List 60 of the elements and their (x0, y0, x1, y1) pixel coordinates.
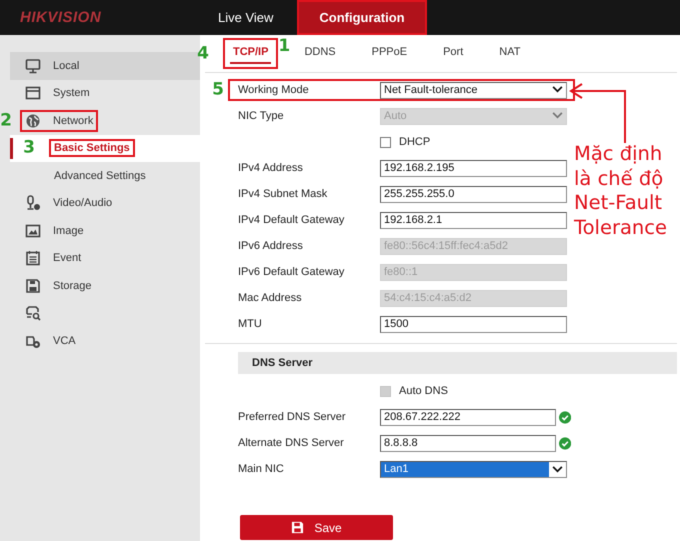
calendar-icon (25, 250, 41, 266)
step-number: 5 (212, 82, 224, 98)
field-label: Mac Address (238, 292, 303, 304)
field-label: IPv4 Default Gateway (238, 214, 346, 226)
field-label: NIC Type (238, 110, 285, 122)
step-number: 2 (0, 112, 12, 130)
tab[interactable]: NAT (489, 38, 530, 69)
microphone-icon (25, 195, 41, 212)
field-label: Main NIC (238, 463, 285, 475)
sidebar-item[interactable]: Storage (20, 274, 97, 297)
save-button[interactable]: Save (240, 515, 393, 540)
input-field[interactable]: 255.255.255.0 (380, 186, 567, 202)
checkbox[interactable] (380, 136, 391, 148)
field-label: Preferred DNS Server (238, 411, 347, 423)
field-label: Alternate DNS Server (238, 437, 345, 449)
tab[interactable]: PPPoE (362, 38, 418, 69)
dropdown[interactable]: Net Fault-tolerance (380, 82, 567, 98)
globe-icon (25, 112, 41, 129)
field-label: Working Mode (238, 84, 310, 96)
tab[interactable]: Port (433, 38, 474, 69)
field-label: IPv4 Subnet Mask (238, 188, 328, 200)
field-label: IPv6 Default Gateway (238, 266, 346, 278)
chevron-icon (552, 112, 563, 119)
sidebar-item[interactable]: Video/Audio (20, 192, 118, 214)
sidebar-item[interactable]: VCA (20, 330, 81, 352)
tab[interactable]: DDNS (294, 38, 346, 69)
sidebar-item[interactable]: System (20, 82, 95, 104)
car-icon (25, 305, 41, 322)
field-label: IPv6 Address (238, 240, 304, 252)
window-icon (25, 85, 41, 102)
input-field[interactable]: 192.168.2.1 (380, 212, 567, 228)
logo: HIKVISION (19, 8, 102, 28)
step-number: 3 (23, 140, 35, 157)
dropdown[interactable]: Lan1 (380, 460, 567, 478)
sidebar-item[interactable]: Advanced Settings (49, 166, 151, 185)
input-field[interactable]: 192.168.2.195 (380, 160, 567, 176)
section-header: DNS Server (238, 352, 677, 374)
nav-tab[interactable]: Configuration (297, 0, 427, 35)
field-label: IPv4 Address (238, 162, 304, 174)
checkbox-label: DHCP (399, 136, 430, 148)
sidebar-item[interactable]: Local (20, 54, 84, 77)
chevron-icon (552, 466, 563, 472)
monitor-icon (25, 58, 41, 74)
input-field[interactable]: 1500 (380, 316, 567, 332)
step-number: 4 (197, 45, 209, 62)
step-number: 1 (278, 38, 290, 55)
nav-tab[interactable]: Live View (198, 0, 294, 35)
chevron-icon (552, 86, 563, 93)
sidebar-item[interactable]: Basic Settings (49, 139, 135, 158)
tab[interactable]: TCP/IP (223, 38, 278, 69)
sidebar-item[interactable]: Network (20, 110, 98, 132)
callout-text: Mặc định là chế độ Net-Fault Tolerance (574, 142, 668, 240)
input-field[interactable]: 208.67.222.222 (380, 408, 556, 426)
checkbox-label: Auto DNS (399, 385, 448, 397)
input-field[interactable]: 8.8.8.8 (380, 434, 556, 452)
sidebar-item[interactable]: Image (20, 220, 89, 242)
field-label: MTU (238, 318, 263, 330)
selection-bar (10, 138, 13, 159)
image-icon (25, 222, 41, 239)
sidebar-item[interactable]: Event (20, 247, 86, 270)
